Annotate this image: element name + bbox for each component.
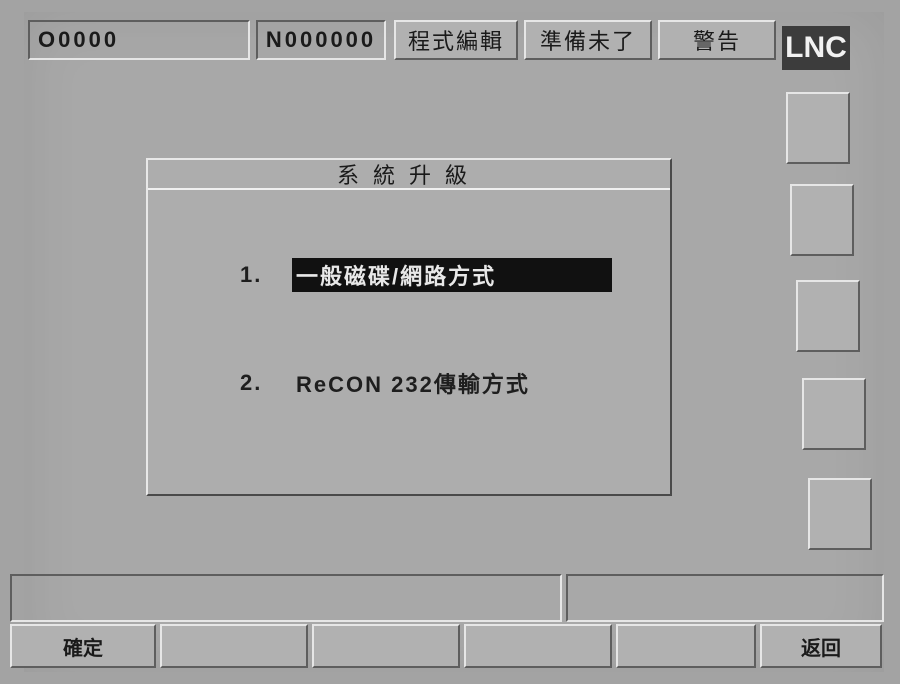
mode-label: 程式編輯 [407, 30, 504, 55]
ready-status-indicator: 準備未了 [524, 20, 652, 60]
function-key-2[interactable] [160, 624, 308, 668]
sequence-number-display: N000000 [256, 20, 386, 60]
cnc-screen: O0000 N000000 程式編輯 準備未了 警告 LNC 系統升級 1. 一… [10, 12, 884, 672]
program-number: O0000 [38, 27, 120, 52]
ready-status-label: 準備未了 [539, 30, 636, 55]
message-bar-left [10, 574, 562, 622]
function-key-3[interactable] [312, 624, 460, 668]
confirm-label: 確定 [63, 635, 103, 660]
function-key-4[interactable] [464, 624, 612, 668]
back-button[interactable]: 返回 [760, 624, 882, 668]
sequence-number: N000000 [265, 27, 377, 52]
option-number: 2. [240, 370, 263, 395]
function-key-5[interactable] [616, 624, 756, 668]
side-softkey-3[interactable] [796, 280, 860, 352]
back-label: 返回 [801, 635, 841, 660]
option-label: 一般磁碟/網路方式 [292, 258, 612, 292]
mode-indicator: 程式編輯 [394, 20, 518, 60]
option-label: ReCON 232傳輸方式 [296, 372, 530, 397]
brand-label: LNC [785, 31, 847, 64]
alarm-indicator: 警告 [658, 20, 776, 60]
program-number-display: O0000 [28, 20, 250, 60]
side-softkey-5[interactable] [808, 478, 872, 550]
confirm-button[interactable]: 確定 [10, 624, 156, 668]
option-disk-network[interactable]: 1. 一般磁碟/網路方式 [240, 258, 612, 292]
side-softkey-1[interactable] [786, 92, 850, 164]
system-upgrade-dialog: 系統升級 1. 一般磁碟/網路方式 2. ReCON 232傳輸方式 [146, 158, 672, 496]
side-softkey-4[interactable] [802, 378, 866, 450]
brand-logo: LNC [782, 26, 850, 70]
message-bar-right [566, 574, 884, 622]
dialog-title: 系統升級 [148, 160, 670, 190]
alarm-label: 警告 [692, 30, 741, 55]
side-softkey-2[interactable] [790, 184, 854, 256]
option-recon-232[interactable]: 2. ReCON 232傳輸方式 [240, 366, 534, 400]
option-number: 1. [240, 262, 263, 287]
